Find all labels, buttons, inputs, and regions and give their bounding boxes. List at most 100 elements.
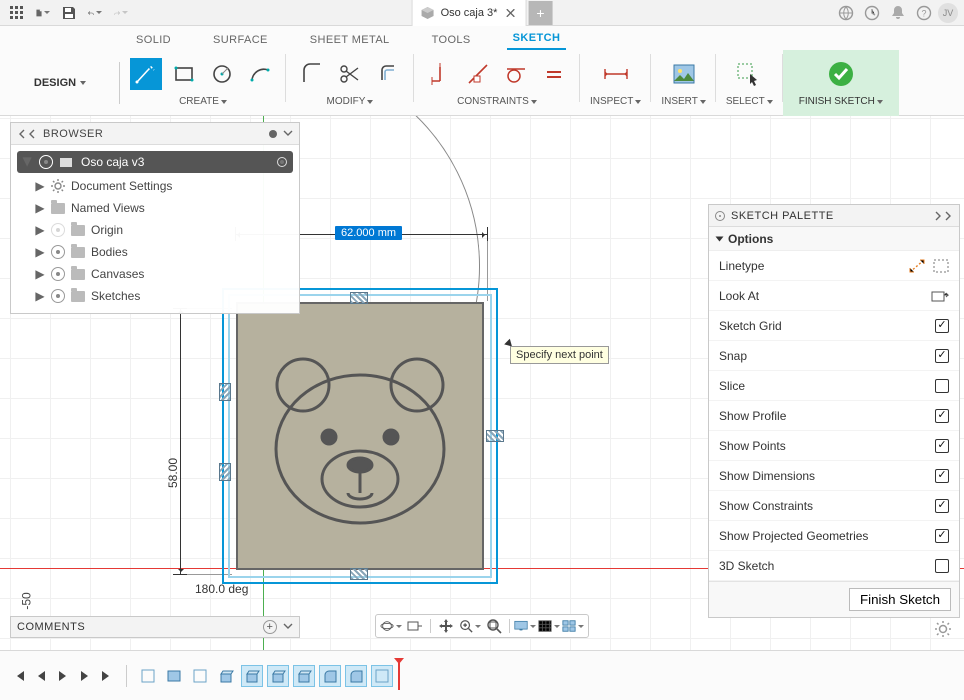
close-tab-button[interactable] [503, 6, 517, 20]
checkbox[interactable] [935, 319, 949, 333]
constraint-glyph[interactable] [486, 430, 504, 442]
angle-dimension-value[interactable]: 180.0 deg [195, 582, 248, 596]
browser-item-named-views[interactable]: ▶ Named Views [11, 197, 299, 219]
tool-arc[interactable] [244, 58, 276, 90]
timeline-feature-sketch[interactable] [189, 665, 211, 687]
timeline-goto-end[interactable] [98, 667, 116, 685]
ribbon-group-label[interactable]: CONSTRAINTS [457, 96, 537, 107]
ribbon-tab-sketch[interactable]: SKETCH [507, 28, 567, 50]
disclosure-triangle-icon[interactable]: ▶ [35, 223, 45, 237]
user-avatar[interactable]: JV [938, 3, 958, 23]
checkbox[interactable] [935, 349, 949, 363]
grid-settings-button[interactable] [538, 616, 560, 636]
browser-root-component[interactable]: ▶ Oso caja v3 [17, 151, 293, 173]
timeline-feature-canvas[interactable] [163, 665, 185, 687]
disclosure-triangle-icon[interactable]: ▶ [21, 157, 35, 167]
visibility-toggle-icon[interactable] [51, 267, 65, 281]
timeline-step-fwd[interactable] [76, 667, 94, 685]
timeline-play[interactable] [54, 667, 72, 685]
visibility-toggle-icon[interactable] [51, 223, 65, 237]
browser-item-canvases[interactable]: ▶ Canvases [11, 263, 299, 285]
tool-insert-image[interactable] [668, 58, 700, 90]
finish-sketch-button[interactable]: Finish Sketch [849, 588, 951, 611]
document-tab[interactable]: Oso caja 3* [412, 0, 527, 26]
timeline-feature-fillet[interactable] [319, 665, 341, 687]
chevron-left-icon[interactable] [17, 129, 27, 139]
viewport-button[interactable] [562, 616, 584, 636]
chevron-left-icon[interactable] [27, 129, 37, 139]
tool-measure[interactable] [600, 58, 632, 90]
disclosure-triangle-icon[interactable]: ▶ [35, 201, 45, 215]
zoom-button[interactable] [459, 616, 481, 636]
timeline-feature-extrude[interactable] [293, 665, 315, 687]
orbit-button[interactable] [380, 616, 402, 636]
new-file-button[interactable] [30, 0, 56, 26]
chevron-down-icon[interactable] [283, 130, 293, 138]
timeline-marker[interactable] [397, 662, 401, 690]
tool-line[interactable] [130, 58, 162, 90]
checkbox[interactable] [935, 469, 949, 483]
pin-icon[interactable] [715, 211, 725, 221]
browser-item-doc-settings[interactable]: ▶ Document Settings [11, 175, 299, 197]
browser-item-bodies[interactable]: ▶ Bodies [11, 241, 299, 263]
tool-trim[interactable] [334, 58, 366, 90]
tool-rectangle[interactable] [168, 58, 200, 90]
tool-select[interactable] [733, 58, 765, 90]
palette-options-header[interactable]: Options [709, 227, 959, 251]
browser-item-sketches[interactable]: ▶ Sketches [11, 285, 299, 307]
sketch-body[interactable] [230, 296, 490, 576]
timeline-feature-sketch[interactable] [371, 665, 393, 687]
panel-pin-icon[interactable] [269, 130, 277, 138]
help-button[interactable]: ? [912, 1, 936, 25]
comments-panel-header[interactable]: COMMENTS + [10, 616, 300, 638]
look-at-button[interactable] [404, 616, 426, 636]
look-at-icon[interactable] [931, 289, 949, 303]
chevron-right-icon[interactable] [943, 211, 953, 221]
tool-horizontal-vertical[interactable] [424, 58, 456, 90]
chevron-right-icon[interactable] [933, 211, 943, 221]
disclosure-triangle-icon[interactable]: ▶ [35, 245, 45, 259]
vertical-dimension-value[interactable]: 58.00 [166, 458, 180, 488]
browser-header[interactable]: BROWSER [11, 123, 299, 145]
timeline-step-back[interactable] [32, 667, 50, 685]
ribbon-group-label[interactable]: SELECT [726, 96, 773, 107]
horizontal-dimension-value[interactable]: 62.000 mm [335, 226, 402, 240]
workspace-switcher[interactable]: DESIGN [0, 50, 120, 116]
disclosure-triangle-icon[interactable]: ▶ [35, 267, 45, 281]
checkbox[interactable] [935, 529, 949, 543]
apps-grid-button[interactable] [4, 0, 30, 26]
tool-circle[interactable] [206, 58, 238, 90]
tool-coincident[interactable] [462, 58, 494, 90]
undo-button[interactable] [82, 0, 108, 26]
checkbox[interactable] [935, 379, 949, 393]
vertical-dimension[interactable] [180, 308, 181, 574]
disclosure-triangle-icon[interactable]: ▶ [35, 289, 45, 303]
settings-button[interactable] [934, 620, 952, 638]
ribbon-group-label[interactable]: FINISH SKETCH [799, 96, 883, 107]
redo-button[interactable] [108, 0, 134, 26]
bear-outline[interactable] [255, 337, 465, 547]
save-button[interactable] [56, 0, 82, 26]
add-comment-button[interactable]: + [263, 620, 277, 634]
constraint-glyph[interactable] [219, 383, 231, 401]
ribbon-group-label[interactable]: INSPECT [590, 96, 641, 107]
browser-item-origin[interactable]: ▶ Origin [11, 219, 299, 241]
visibility-toggle-icon[interactable] [39, 155, 53, 169]
timeline-feature-fillet[interactable] [345, 665, 367, 687]
tool-offset[interactable] [372, 58, 404, 90]
fit-button[interactable] [483, 616, 505, 636]
ribbon-tab-solid[interactable]: SOLID [130, 30, 177, 50]
tool-equal[interactable] [538, 58, 570, 90]
disclosure-triangle-icon[interactable]: ▶ [35, 179, 45, 193]
ribbon-tab-sheet-metal[interactable]: SHEET METAL [304, 30, 396, 50]
checkbox[interactable] [935, 439, 949, 453]
checkbox[interactable] [935, 409, 949, 423]
checkbox[interactable] [935, 559, 949, 573]
ribbon-group-label[interactable]: MODIFY [327, 96, 374, 107]
constraint-glyph[interactable] [350, 292, 368, 304]
timeline-feature-extrude[interactable] [241, 665, 263, 687]
timeline-goto-start[interactable] [10, 667, 28, 685]
timeline-feature-extrude[interactable] [267, 665, 289, 687]
timeline-feature-extrude[interactable] [215, 665, 237, 687]
finish-sketch-button[interactable] [825, 58, 857, 90]
